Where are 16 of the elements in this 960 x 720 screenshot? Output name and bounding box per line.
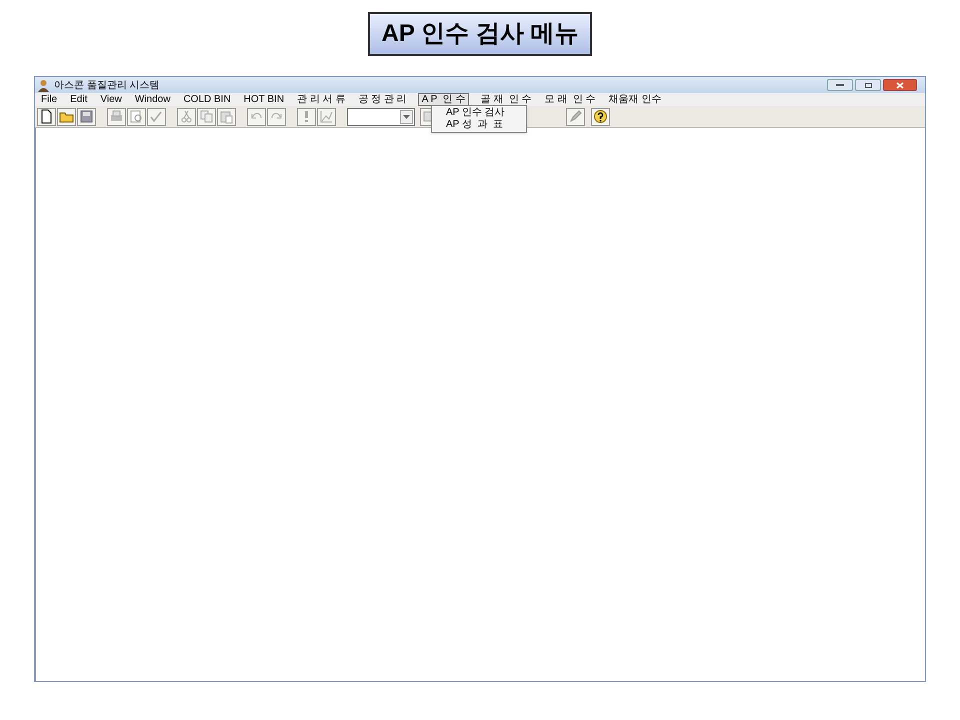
menu-item[interactable]: 채움재 인수 [606,93,664,106]
menu-item[interactable]: Window [132,93,172,106]
window-title: 아스콘 품질관리 시스템 [54,78,160,92]
menu-item[interactable]: 골 재 인 수 [478,93,534,106]
menu-item[interactable]: 관 리 서 류 [295,93,348,106]
menu-item[interactable]: 모 래 인 수 [542,93,598,106]
menu-item[interactable]: View [98,93,124,106]
menu-item[interactable]: File [39,93,60,106]
dropdown-item[interactable]: AP 성 과 표 [432,119,526,131]
menu-item[interactable]: HOT BIN [242,93,286,106]
dropdown-item[interactable]: AP 인수 검사 [432,107,526,119]
menu-item[interactable]: A P 인 수 [418,93,470,106]
menu-item[interactable]: COLD BIN [181,93,233,106]
slide-title: AP 인수 검사 메뉴 [368,12,592,56]
menu-item[interactable]: Edit [68,93,90,106]
menu-item[interactable]: 공 정 관 리 [356,93,409,106]
